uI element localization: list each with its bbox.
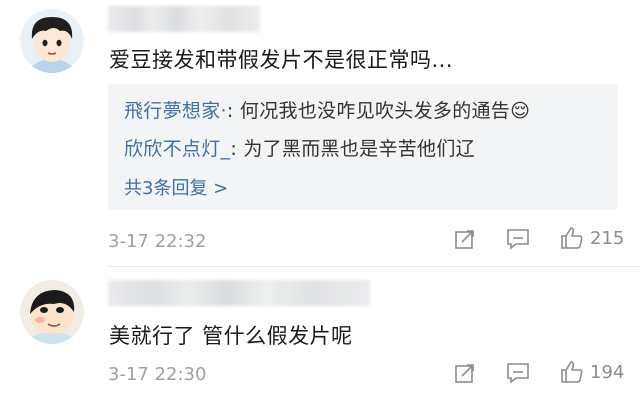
- comment-text: 美就行了 管什么假发片呢: [109, 324, 353, 348]
- comment-button[interactable]: [506, 228, 530, 250]
- avatar[interactable]: [20, 280, 84, 344]
- replies-box: 飛行夢想家·: 何况我也没咋见吹头发多的通告😌 欣欣不点灯_: 为了黑而黑也是辛…: [108, 84, 618, 210]
- comment-timestamp: 3-17 22:30: [108, 364, 207, 385]
- reply-separator: :: [226, 100, 240, 122]
- reply-author[interactable]: 飛行夢想家·: [124, 100, 227, 122]
- share-button[interactable]: [454, 362, 476, 384]
- reply-text: 为了黑而黑也是辛苦他们辽: [243, 138, 475, 160]
- reply-item: 飛行夢想家·: 何况我也没咋见吹头发多的通告😌: [124, 96, 530, 123]
- username-redacted[interactable]: [108, 280, 370, 306]
- share-icon: [455, 364, 474, 383]
- comment-text: 爱豆接发和带假发片不是很正常吗...: [109, 48, 454, 72]
- comment-icon: [507, 229, 529, 250]
- like-button[interactable]: 194: [560, 360, 624, 384]
- comment-icon: [507, 363, 529, 384]
- comment-item: 美就行了 管什么假发片呢 3-17 22:30 194: [0, 266, 640, 403]
- like-count: 215: [590, 227, 625, 249]
- comment-button[interactable]: [506, 362, 530, 384]
- thumbs-up-icon: [561, 361, 583, 383]
- like-count: 194: [590, 361, 625, 383]
- reply-item: 欣欣不点灯_: 为了黑而黑也是辛苦他们辽: [124, 134, 475, 161]
- share-button[interactable]: [454, 228, 476, 250]
- thumbs-up-icon: [561, 227, 583, 249]
- reply-author[interactable]: 欣欣不点灯_: [124, 138, 230, 160]
- share-icon: [455, 230, 474, 249]
- username-redacted[interactable]: [108, 6, 260, 32]
- avatar[interactable]: [20, 9, 84, 73]
- comment-timestamp: 3-17 22:32: [108, 231, 207, 252]
- comment-feed: 爱豆接发和带假发片不是很正常吗... 飛行夢想家·: 何况我也没咋见吹头发多的通…: [0, 0, 640, 403]
- comment-item: 爱豆接发和带假发片不是很正常吗... 飛行夢想家·: 何况我也没咋见吹头发多的通…: [0, 0, 640, 262]
- reply-separator: :: [230, 138, 244, 160]
- like-button[interactable]: 215: [560, 226, 624, 250]
- more-replies-link[interactable]: 共3条回复 >: [124, 174, 228, 200]
- reply-text: 何况我也没咋见吹头发多的通告: [239, 100, 511, 122]
- emoji-icon: 😌: [510, 100, 531, 122]
